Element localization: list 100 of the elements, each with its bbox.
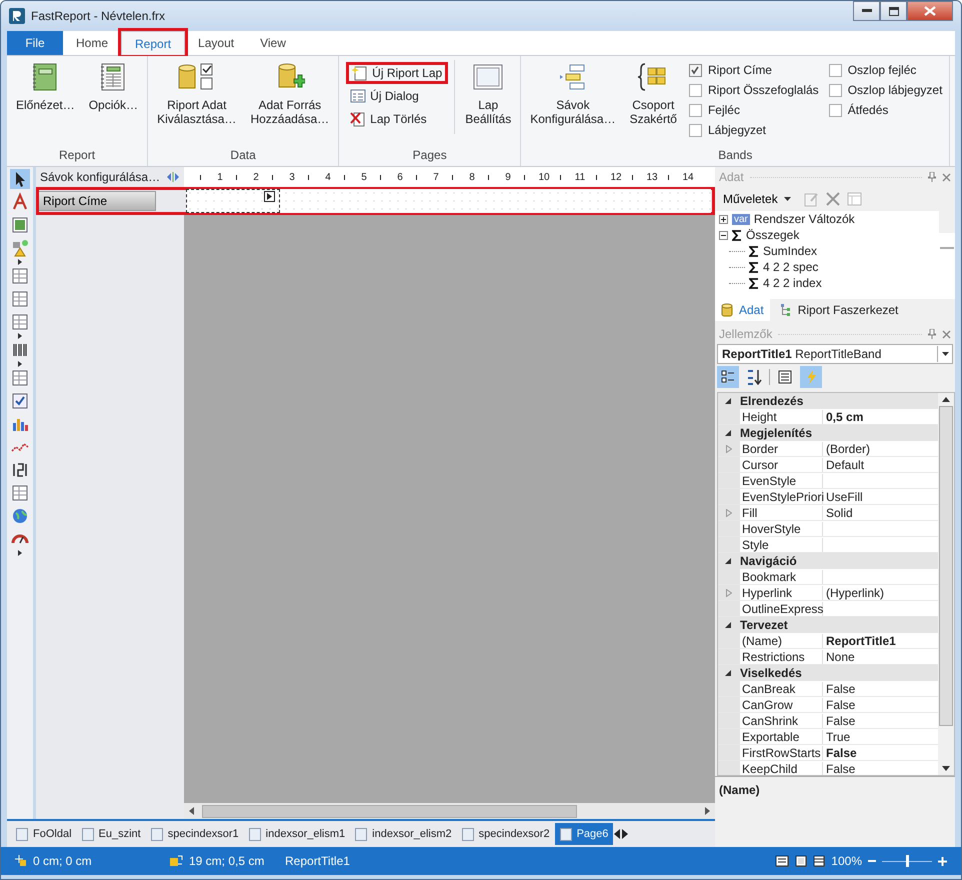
page-tab[interactable]: specindexsor2 — [456, 823, 555, 845]
property-value[interactable]: False — [823, 714, 938, 728]
text-tool-icon[interactable] — [10, 192, 30, 212]
pin-icon[interactable] — [928, 172, 936, 182]
scrollbar-thumb[interactable] — [202, 804, 577, 818]
subreport-tool-icon[interactable] — [10, 266, 30, 286]
digits-tool-icon[interactable] — [10, 460, 30, 480]
scroll-up-icon[interactable] — [942, 397, 950, 402]
scrollbar-thumb[interactable] — [940, 247, 954, 249]
expand-arrow-icon[interactable] — [18, 333, 22, 339]
ribbon-button[interactable]: Adat Forrás Hozzáadása… — [244, 60, 336, 128]
page-tab[interactable]: Eu_szint — [76, 823, 146, 845]
ribbon-tab[interactable]: View — [247, 31, 299, 55]
page-tab[interactable]: FoOldal — [11, 823, 77, 845]
richtext-tool-icon[interactable] — [10, 368, 30, 388]
property-value[interactable]: 0,5 cm — [823, 410, 938, 424]
matrix-tool-icon[interactable] — [10, 312, 30, 332]
checkbox-label[interactable]: Riport Összefoglalás — [708, 83, 819, 97]
panel-tab[interactable]: Riport Faszerkezet — [774, 299, 904, 321]
band-button[interactable]: Riport Címe — [38, 191, 156, 211]
zoom-slider[interactable] — [882, 854, 932, 868]
property-value[interactable]: Default — [823, 458, 938, 472]
checkbox-label[interactable]: Átfedés — [848, 103, 888, 117]
ribbon-button[interactable]: Új Riport Lap — [346, 62, 448, 84]
tree-item[interactable]: 4 2 2 spec — [763, 260, 818, 274]
close-icon[interactable] — [942, 330, 951, 338]
ribbon-button[interactable]: Opciók… — [82, 60, 144, 114]
property-value[interactable]: Solid — [823, 506, 938, 520]
scroll-down-icon[interactable] — [942, 766, 950, 771]
property-value[interactable]: False — [823, 698, 938, 712]
page-view-icon[interactable] — [775, 855, 790, 867]
scroll-left-icon[interactable] — [188, 807, 196, 815]
checkbox-label[interactable]: Riport Címe — [708, 63, 772, 77]
pointer-tool-icon[interactable] — [10, 169, 30, 189]
previous-arrow-icon[interactable] — [613, 829, 622, 839]
selection-frame[interactable] — [186, 189, 280, 213]
ribbon-tab[interactable]: Home — [63, 31, 122, 55]
ribbon-button[interactable]: Lap Beállítás — [459, 60, 518, 128]
ribbon-button[interactable]: Riport Adat Kiválasztása… — [151, 60, 242, 128]
ribbon-button[interactable]: Előnézet… — [10, 60, 81, 114]
property-value[interactable]: UseFill — [823, 490, 938, 504]
checkbox[interactable] — [688, 104, 702, 116]
ribbon-tab[interactable]: Report — [121, 31, 186, 55]
property-value[interactable]: ReportTitle1 — [823, 634, 938, 648]
horizontal-scrollbar[interactable] — [184, 803, 715, 819]
ribbon-button[interactable]: Lap Törlés — [346, 108, 448, 130]
panel-tab[interactable]: Adat — [715, 299, 770, 321]
globe-tool-icon[interactable] — [10, 506, 30, 526]
bands-header[interactable]: Sávok konfigurálása… — [40, 170, 160, 184]
page-tab[interactable]: specindexsor1 — [146, 823, 244, 845]
maximize-button[interactable] — [880, 1, 907, 21]
tree-item[interactable]: 4 2 2 index — [763, 276, 822, 290]
checkbox[interactable] — [828, 84, 842, 96]
checkbox-label[interactable]: Fejléc — [708, 103, 740, 117]
checkbox[interactable] — [828, 64, 842, 76]
zipcode-tool-icon[interactable] — [10, 483, 30, 503]
property-value[interactable]: True — [823, 730, 938, 744]
close-icon[interactable] — [942, 172, 951, 182]
ribbon-tab[interactable]: Layout — [185, 31, 248, 55]
zoom-in-icon[interactable] — [938, 856, 947, 866]
property-value[interactable]: (Hyperlink) — [823, 586, 938, 600]
close-button[interactable] — [907, 1, 953, 21]
next-arrow-icon[interactable] — [621, 829, 630, 839]
checkbox[interactable] — [688, 84, 702, 96]
checkbox-label[interactable]: Oszlop fejléc — [848, 63, 916, 77]
single-page-icon[interactable] — [795, 855, 808, 867]
property-value[interactable]: False — [823, 682, 938, 696]
checkbox-label[interactable]: Lábjegyzet — [708, 123, 766, 137]
actions-dropdown[interactable]: Műveletek — [717, 191, 797, 207]
tree-item[interactable]: SumIndex — [763, 244, 818, 258]
checkbox[interactable] — [688, 124, 702, 136]
checkbox[interactable] — [688, 64, 702, 76]
checkbox-tool-icon[interactable] — [10, 391, 30, 411]
expand-arrow-icon[interactable] — [18, 361, 22, 367]
categorized-button[interactable] — [717, 366, 739, 388]
band-handle[interactable] — [264, 191, 275, 202]
page-tab[interactable]: indexsor_elism1 — [244, 823, 350, 845]
list-view-icon[interactable] — [813, 855, 826, 867]
tree-item[interactable]: Rendszer Változók — [754, 212, 855, 226]
tree-item[interactable]: Összegek — [746, 228, 800, 242]
page-tab[interactable]: indexsor_elism2 — [350, 823, 457, 845]
zoom-out-icon[interactable] — [868, 857, 876, 865]
expander-icon[interactable] — [719, 230, 728, 240]
resize-arrows-icon[interactable] — [166, 172, 180, 182]
page-tab[interactable]: Page6 — [554, 823, 614, 845]
checkbox-label[interactable]: Oszlop lábjegyzet — [848, 83, 942, 97]
expander-icon[interactable] — [719, 214, 728, 224]
table-tool-icon[interactable] — [10, 289, 30, 309]
expand-arrow-icon[interactable] — [18, 550, 22, 556]
scroll-right-icon[interactable] — [703, 807, 711, 815]
ribbon-button[interactable]: Új Dialog — [346, 85, 448, 107]
minimize-button[interactable] — [853, 1, 880, 21]
checkbox[interactable] — [828, 104, 842, 116]
pin-icon[interactable] — [928, 329, 936, 339]
object-selector[interactable]: ReportTitle1 ReportTitleBand — [717, 344, 953, 364]
property-value[interactable]: (Border) — [823, 442, 938, 456]
ribbon-button[interactable]: Sávok Konfigurálása… — [524, 60, 622, 128]
scrollbar-thumb[interactable] — [939, 406, 953, 726]
property-value[interactable]: None — [823, 650, 938, 664]
ribbon-button[interactable]: Csoport Szakértő — [624, 60, 683, 128]
